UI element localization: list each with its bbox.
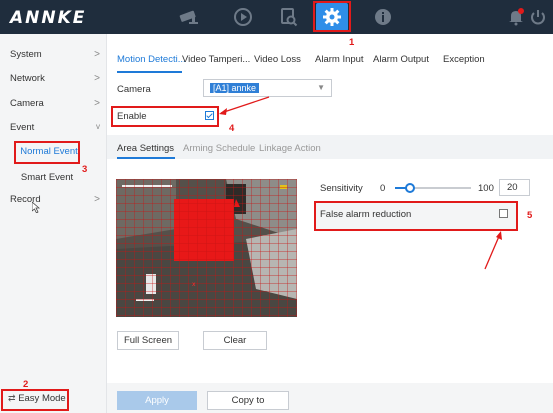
annotation-number-5: 5 [527,210,533,221]
camera-label: Camera [117,84,151,95]
annotation-number-4: 4 [229,123,235,134]
power-icon[interactable] [525,5,551,29]
camera-preview[interactable]: x [116,179,297,317]
tab-video-tampering[interactable]: Video Tamperi... [182,54,250,65]
camera-select-value: [A1] annke [210,83,260,93]
tab-exception[interactable]: Exception [443,54,485,65]
chevron-right-icon: > [94,98,100,109]
sensitivity-max: 100 [478,183,494,194]
top-nav-bar: ANNKE [0,0,553,34]
apply-button[interactable]: Apply [117,391,197,410]
chevron-right-icon: > [94,73,100,84]
active-subtab-underline [117,157,175,159]
brand-logo: ANNKE [10,8,87,28]
camera-select[interactable]: [A1] annke ▼ [203,79,332,97]
tab-alarm-output[interactable]: Alarm Output [373,54,429,65]
annotation-arrow-4 [219,96,270,115]
sidebar: System > Network > Camera > Event v Norm… [0,34,107,413]
annotation-number-2: 2 [23,379,29,390]
tab-arming-schedule[interactable]: Arming Schedule [183,143,255,154]
sidebar-item-event[interactable]: Event v [10,122,100,138]
sensitivity-min: 0 [380,183,386,194]
chevron-down-icon: ▼ [317,83,325,92]
active-tab-underline [117,71,182,73]
sidebar-item-label: Event [10,122,35,133]
info-icon[interactable] [370,5,396,29]
sidebar-item-label: Camera [10,98,44,109]
search-icon[interactable] [276,5,302,29]
tab-alarm-input[interactable]: Alarm Input [315,54,364,65]
sensitivity-input[interactable]: 20 [499,179,530,196]
preview-image: x [116,179,297,317]
sensitivity-slider-handle[interactable] [405,183,415,193]
annotation-box-5 [314,201,518,231]
annotation-box-2 [1,389,69,411]
playback-icon[interactable] [230,5,256,29]
full-screen-button[interactable]: Full Screen [117,331,179,350]
sensitivity-label: Sensitivity [320,183,363,194]
annotation-box-4 [111,106,219,127]
tab-linkage-action[interactable]: Linkage Action [259,143,321,154]
mouse-cursor-icon [31,201,41,216]
sidebar-item-camera[interactable]: Camera > [10,98,100,114]
sidebar-item-label: Network [10,73,45,84]
sidebar-item-network[interactable]: Network > [10,73,100,89]
annotation-number-1: 1 [349,37,355,48]
tab-area-settings[interactable]: Area Settings [117,143,174,154]
tab-video-loss[interactable]: Video Loss [254,54,301,65]
chevron-right-icon: > [94,49,100,60]
sidebar-item-system[interactable]: System > [10,49,100,65]
annotation-number-3: 3 [82,164,88,175]
chevron-right-icon: > [94,194,100,205]
clear-button[interactable]: Clear [203,331,267,350]
copy-to-button[interactable]: Copy to [207,391,289,410]
chevron-down-icon: v [96,122,100,131]
svg-text:x: x [192,281,196,288]
annotation-box-3 [14,141,80,164]
annotation-box-1 [313,1,351,32]
tab-motion-detection[interactable]: Motion Detecti... [117,54,186,65]
sidebar-item-record[interactable]: Record > [10,194,100,210]
sidebar-subitem-smart-event[interactable]: Smart Event [14,169,80,187]
camera-icon[interactable] [176,5,202,29]
sidebar-item-label: System [10,49,42,60]
annotation-arrow-5 [484,231,502,270]
